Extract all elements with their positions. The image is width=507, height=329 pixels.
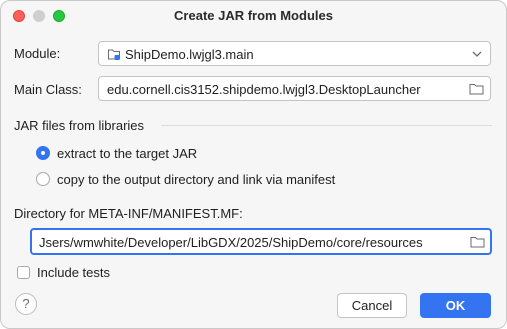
include-tests-checkbox[interactable] xyxy=(17,266,30,279)
module-folder-icon xyxy=(108,49,120,60)
chevron-down-icon xyxy=(472,51,482,57)
extract-radio-label[interactable]: extract to the target JAR xyxy=(57,146,197,161)
copy-link-radio[interactable] xyxy=(36,172,50,186)
module-select[interactable]: ShipDemo.lwjgl3.main xyxy=(98,41,491,66)
title-bar: Create JAR from Modules xyxy=(1,1,506,33)
manifest-dir-value: Jsers/wmwhite/Developer/LibGDX/2025/Ship… xyxy=(39,235,423,250)
jar-files-section-label: JAR files from libraries xyxy=(14,118,145,133)
folder-icon[interactable] xyxy=(469,83,484,95)
ok-button[interactable]: OK xyxy=(420,293,491,318)
module-value: ShipDemo.lwjgl3.main xyxy=(125,47,254,62)
folder-icon[interactable] xyxy=(470,236,485,248)
dialog-title: Create JAR from Modules xyxy=(174,8,333,23)
main-class-label: Main Class: xyxy=(14,82,82,97)
copy-link-radio-label[interactable]: copy to the output directory and link vi… xyxy=(57,172,335,187)
help-button[interactable]: ? xyxy=(15,293,37,315)
main-class-value: edu.cornell.cis3152.shipdemo.lwjgl3.Desk… xyxy=(107,82,421,97)
cancel-button[interactable]: Cancel xyxy=(337,293,407,318)
main-class-field[interactable]: edu.cornell.cis3152.shipdemo.lwjgl3.Desk… xyxy=(98,76,491,101)
module-label: Module: xyxy=(14,46,61,61)
include-tests-label[interactable]: Include tests xyxy=(37,265,110,280)
manifest-dir-label: Directory for META-INF/MANIFEST.MF: xyxy=(14,206,243,221)
section-divider xyxy=(161,125,492,126)
manifest-dir-field[interactable]: Jsers/wmwhite/Developer/LibGDX/2025/Ship… xyxy=(30,228,492,255)
create-jar-dialog: Create JAR from Modules Module: ShipDemo… xyxy=(0,0,507,329)
extract-radio[interactable] xyxy=(36,146,50,160)
